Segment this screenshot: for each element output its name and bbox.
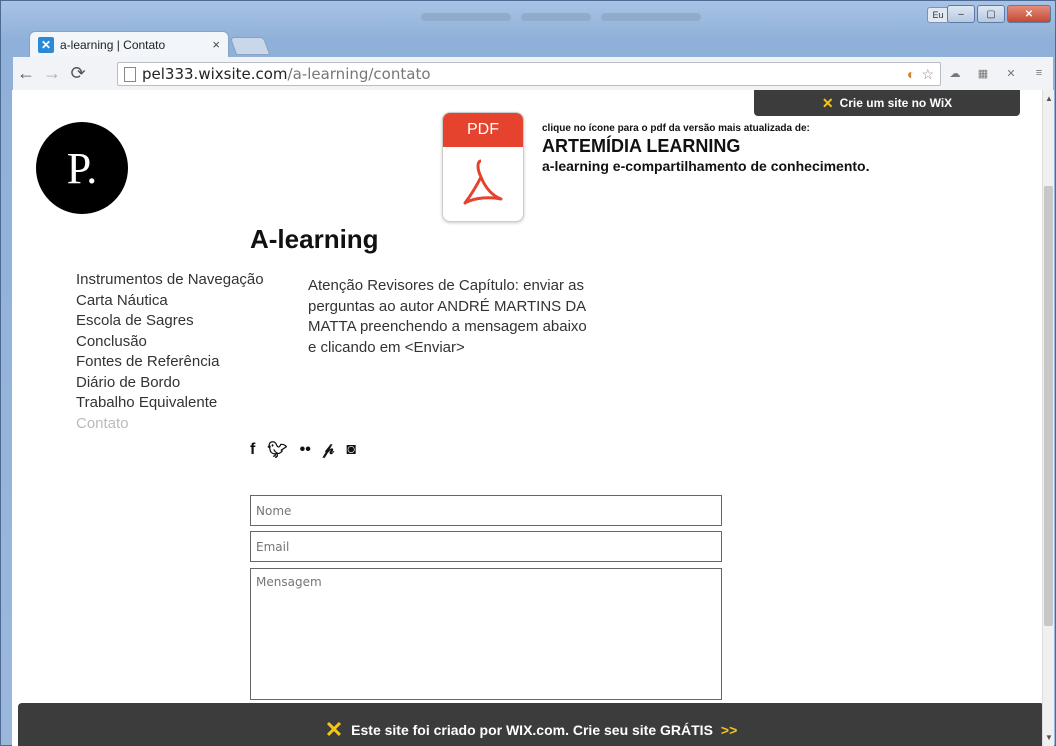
pinterest-icon[interactable]: 𝓅 <box>323 441 334 459</box>
site-navigation: Instrumentos de Navegação Carta Náutica Es… <box>76 270 264 434</box>
tab-close-icon[interactable]: × <box>212 37 220 52</box>
nav-item-carta-nautica[interactable]: Carta Náutica <box>76 291 264 312</box>
pdf-label: PDF <box>443 113 523 147</box>
bookmark-star-icon[interactable]: ☆ <box>921 66 934 83</box>
nav-item-escola-de-sagres[interactable]: Escola de Sagres <box>76 311 264 332</box>
window-controls: ‒ ▢ ✕ <box>947 5 1051 23</box>
extension-x-icon[interactable]: ✕ <box>1001 63 1021 83</box>
reviewer-notice: Atenção Revisores de Capítulo: enviar as… <box>308 277 587 356</box>
browser-toolbar: ← → ⟳ pel333.wixsite.com/a-learning/cont… <box>13 57 1053 91</box>
menu-hamburger-icon[interactable]: ≡ <box>1029 63 1049 83</box>
pdf-download-icon[interactable]: PDF <box>442 112 524 222</box>
wix-favicon-icon: ✕ <box>38 36 54 53</box>
scroll-down-icon[interactable]: ▼ <box>1045 733 1053 742</box>
flickr-icon[interactable]: •• <box>300 441 311 459</box>
extension-cloud-icon[interactable]: ☁ <box>945 63 965 83</box>
extensions: ☁ ▦ ✕ ≡ <box>945 63 1049 83</box>
nav-item-contato[interactable]: Contato <box>76 414 264 435</box>
vertical-scrollbar[interactable]: ▲ ▼ <box>1042 90 1054 746</box>
close-window-button[interactable]: ✕ <box>1007 5 1051 23</box>
blocked-content-icon[interactable]: ◐ <box>907 66 915 83</box>
address-bar[interactable]: pel333.wixsite.com/a-learning/contato ◐ … <box>117 62 941 86</box>
back-arrow-icon[interactable]: ← <box>13 63 39 84</box>
minimize-button[interactable]: ‒ <box>947 5 975 23</box>
nav-item-instrumentos-de-navegacao[interactable]: Instrumentos de Navegação <box>76 270 264 291</box>
site-logo[interactable]: P. <box>36 122 128 214</box>
promo-subtitle: a-learning e-compartilhamento de conheci… <box>542 158 870 174</box>
instagram-icon[interactable]: ◙ <box>346 441 356 459</box>
maximize-button[interactable]: ▢ <box>977 5 1005 23</box>
reload-icon[interactable]: ⟳ <box>65 63 91 84</box>
blurred-title <box>521 13 591 21</box>
wix-banner-text: Este site foi criado por WIX.com. Crie s… <box>351 721 713 738</box>
language-button[interactable]: Eu <box>927 7 949 23</box>
wix-logo-icon: ✕ <box>324 716 344 742</box>
scroll-up-icon[interactable]: ▲ <box>1045 94 1053 103</box>
nav-item-diario-de-bordo[interactable]: Diário de Bordo <box>76 373 264 394</box>
promo-title: ARTEMÍDIA LEARNING <box>542 136 741 156</box>
nav-item-trabalho-equivalente[interactable]: Trabalho Equivalente <box>76 393 264 414</box>
wix-logo-icon: ✕ <box>821 94 834 111</box>
nav-item-conclusao[interactable]: Conclusão <box>76 332 264 353</box>
email-field[interactable] <box>250 531 722 562</box>
promo-instructions: clique no ícone para o pdf da versão mai… <box>542 123 810 134</box>
url-text[interactable]: pel333.wixsite.com/a-learning/contato <box>142 65 431 83</box>
page-icon <box>124 66 136 82</box>
scroll-thumb[interactable] <box>1044 186 1053 626</box>
title-bar <box>1 1 1056 33</box>
tab-title: a-learning | Contato <box>60 37 166 52</box>
blurred-title <box>421 13 511 21</box>
page-title: A-learning <box>250 224 379 254</box>
tab-active[interactable]: ✕ a-learning | Contato × <box>29 31 229 57</box>
twitter-icon[interactable]: 🐦︎ <box>267 440 287 460</box>
wix-bottom-banner[interactable]: ✕ Este site foi criado por WIX.com. Crie… <box>18 703 1042 746</box>
forward-arrow-icon[interactable]: → <box>39 63 65 84</box>
page-viewport: ✕ Crie um site no WiX P. PDF clique no í… <box>12 90 1042 746</box>
nav-item-fontes-de-referencia[interactable]: Fontes de Referência <box>76 352 264 373</box>
wix-top-label: Crie um site no WiX <box>839 96 953 110</box>
social-bar: f 🐦︎ •• 𝓅 ◙ <box>250 440 356 460</box>
facebook-icon[interactable]: f <box>250 441 255 459</box>
message-field[interactable] <box>250 568 722 700</box>
acrobat-icon <box>463 159 503 205</box>
wix-top-ribbon[interactable]: ✕ Crie um site no WiX <box>754 90 1020 116</box>
name-field[interactable] <box>250 495 722 526</box>
wix-banner-arrows: >> <box>720 721 738 738</box>
new-tab-button[interactable] <box>229 37 271 55</box>
extension-box-icon[interactable]: ▦ <box>973 63 993 83</box>
blurred-title <box>601 13 701 21</box>
